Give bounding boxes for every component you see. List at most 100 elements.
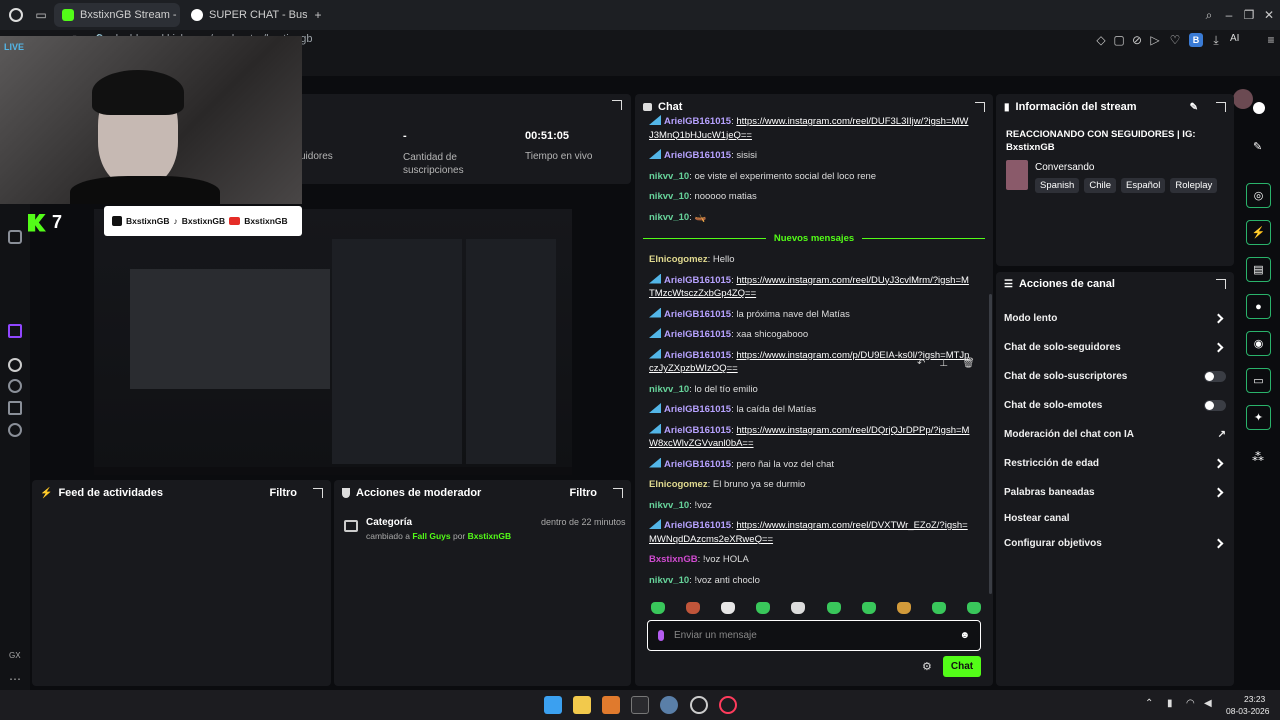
- app-icon[interactable]: [602, 696, 620, 714]
- tab-kick-dashboard[interactable]: BxstixnGB Stream - Kick D: [54, 3, 180, 27]
- chat-message[interactable]: ArielGB161015: sisisi: [635, 149, 985, 163]
- chat-message[interactable]: ArielGB161015: https://www.instagram.com…: [635, 273, 985, 301]
- extensions-icon[interactable]: B: [1189, 33, 1203, 47]
- emote-icon[interactable]: [686, 602, 701, 614]
- emote-icon[interactable]: [966, 602, 981, 614]
- expand-icon[interactable]: [1216, 102, 1226, 112]
- chat-username[interactable]: nikvv_10: [649, 171, 689, 182]
- mod-filter-button[interactable]: Filtro: [570, 487, 598, 499]
- chat-message[interactable]: nikvv_10: lo del tío emilio: [635, 383, 985, 397]
- tag-spanish[interactable]: Spanish: [1035, 178, 1080, 193]
- chat-username[interactable]: nikvv_10: [649, 500, 689, 511]
- action-ai-moderation[interactable]: Moderación del chat con IA ↗: [996, 420, 1234, 449]
- volume-icon[interactable]: ◀: [1204, 698, 1212, 709]
- app-icon[interactable]: [631, 696, 649, 714]
- lightning-side-icon[interactable]: ⚡: [1246, 220, 1271, 245]
- chat-username[interactable]: ArielGB161015: [664, 350, 731, 361]
- chat-username[interactable]: ArielGB161015: [664, 459, 731, 470]
- info-circle-icon[interactable]: [1253, 102, 1265, 114]
- clock-date[interactable]: 08-03-2026: [1226, 706, 1269, 716]
- app-icon[interactable]: [690, 696, 708, 714]
- toggle-switch[interactable]: [1204, 400, 1226, 411]
- chat-username[interactable]: BxstixnGB: [649, 554, 698, 565]
- broadcast-side-icon[interactable]: ◉: [1246, 331, 1271, 356]
- delete-icon[interactable]: 🗑: [962, 358, 975, 369]
- pencil-icon[interactable]: ✎: [1253, 140, 1262, 153]
- chat-message[interactable]: ArielGB161015: la próxima nave del Matía…: [635, 307, 985, 322]
- chat-message[interactable]: nikvv_10: !voz: [635, 499, 985, 513]
- apps-icon[interactable]: ⁂: [1252, 450, 1264, 464]
- chat-username[interactable]: ArielGB161015: [664, 425, 731, 436]
- wifi-icon[interactable]: ◠: [1186, 698, 1195, 709]
- extensions-rail-icon[interactable]: [8, 401, 22, 415]
- emote-icon[interactable]: [791, 602, 806, 614]
- chatgpt-icon[interactable]: [8, 230, 22, 244]
- action-followers-only[interactable]: Chat de solo-seguidores: [996, 333, 1234, 362]
- emote-icon[interactable]: [756, 602, 771, 614]
- settings-taskbar-icon[interactable]: [660, 696, 678, 714]
- reply-icon[interactable]: ↶: [917, 358, 925, 369]
- heart-icon[interactable]: ♡: [1168, 33, 1182, 47]
- chat-input-box[interactable]: Enviar un mensaje ☻: [647, 620, 981, 651]
- edit-icon[interactable]: ✎: [1190, 102, 1198, 113]
- chat-username[interactable]: nikvv_10: [649, 575, 689, 586]
- chat-settings-icon[interactable]: ⚙: [922, 660, 932, 673]
- action-emotes-only[interactable]: Chat de solo-emotes: [996, 391, 1234, 420]
- emote-icon[interactable]: [721, 602, 736, 614]
- chat-username[interactable]: nikvv_10: [649, 384, 689, 395]
- clock-time[interactable]: 23:23: [1244, 694, 1265, 704]
- monitor-side-icon[interactable]: ▭: [1246, 368, 1271, 393]
- minimize-icon[interactable]: –: [1222, 8, 1236, 22]
- chat-username[interactable]: ArielGB161015: [664, 520, 731, 531]
- expand-icon[interactable]: [613, 488, 623, 498]
- chat-username[interactable]: ArielGB161015: [664, 116, 731, 127]
- tray-chevron-icon[interactable]: ⌃: [1145, 698, 1153, 709]
- chat-message[interactable]: Elnicogomez: Hello: [635, 253, 985, 267]
- file-explorer-icon[interactable]: [573, 696, 591, 714]
- mod-entry-user[interactable]: BxstixnGB: [468, 531, 511, 541]
- document-side-icon[interactable]: ▤: [1246, 257, 1271, 282]
- expand-icon[interactable]: [313, 488, 323, 498]
- chat-message[interactable]: ArielGB161015: https://www.instagram.com…: [635, 423, 985, 451]
- twitch-icon[interactable]: [8, 324, 22, 338]
- wrench-side-icon[interactable]: ✦: [1246, 405, 1271, 430]
- expand-icon[interactable]: [612, 100, 622, 110]
- emote-icon[interactable]: [861, 602, 876, 614]
- chat-message[interactable]: ArielGB161015: la caída del Matías: [635, 403, 985, 417]
- emote-icon[interactable]: [651, 602, 665, 614]
- chat-username[interactable]: ArielGB161015: [664, 150, 731, 161]
- spotify-icon[interactable]: [8, 358, 22, 372]
- download-icon[interactable]: ⤓: [1209, 33, 1223, 47]
- action-configure-goals[interactable]: Configurar objetivos: [996, 529, 1234, 558]
- search-tabs-icon[interactable]: ⌕: [1202, 8, 1216, 22]
- chat-username[interactable]: Elnicogomez: [649, 479, 708, 490]
- chat-username[interactable]: ArielGB161015: [664, 329, 731, 340]
- opera-logo-icon[interactable]: [9, 8, 23, 22]
- user-avatar[interactable]: [1233, 89, 1253, 109]
- pin-icon[interactable]: ⊥: [939, 358, 948, 369]
- action-subscribers-only[interactable]: Chat de solo-suscriptores: [996, 362, 1234, 391]
- camera-side-icon[interactable]: ◎: [1246, 183, 1271, 208]
- action-host-channel[interactable]: Hostear canal: [996, 507, 1234, 529]
- more-icon[interactable]: ⋯: [9, 672, 21, 686]
- chat-message[interactable]: Elnicogomez: El bruno ya se durmio: [635, 478, 985, 492]
- action-age-restriction[interactable]: Restricción de edad: [996, 449, 1234, 478]
- chat-message[interactable]: ArielGB161015: pero ñai la voz del chat: [635, 457, 985, 472]
- chat-message[interactable]: ArielGB161015: https://www.instagram.com…: [635, 519, 985, 546]
- chat-message[interactable]: BxstixnGB: !voz HOLA: [635, 553, 985, 567]
- bookmark-icon[interactable]: ◇: [1094, 33, 1108, 47]
- chat-username[interactable]: nikvv_10: [649, 212, 689, 223]
- chat-message[interactable]: ArielGB161015: https://www.instagram.com…: [635, 115, 985, 142]
- chat-message[interactable]: nikvv_10: oe viste el experimento social…: [635, 170, 985, 184]
- chat-message[interactable]: nikvv_10: !voz anti choclo: [635, 574, 985, 588]
- tag-espanol[interactable]: Español: [1121, 178, 1166, 193]
- emote-icon[interactable]: [931, 602, 946, 614]
- settings-icon[interactable]: [8, 423, 22, 437]
- menu-icon[interactable]: ≡: [1264, 33, 1278, 47]
- chat-scrollbar[interactable]: [989, 294, 992, 594]
- stream-preview[interactable]: [94, 209, 572, 475]
- toggle-switch[interactable]: [1204, 371, 1226, 382]
- activity-filter-button[interactable]: Filtro: [270, 487, 298, 499]
- camera-icon[interactable]: ▢: [1112, 33, 1126, 47]
- chat-username[interactable]: ArielGB161015: [664, 309, 731, 320]
